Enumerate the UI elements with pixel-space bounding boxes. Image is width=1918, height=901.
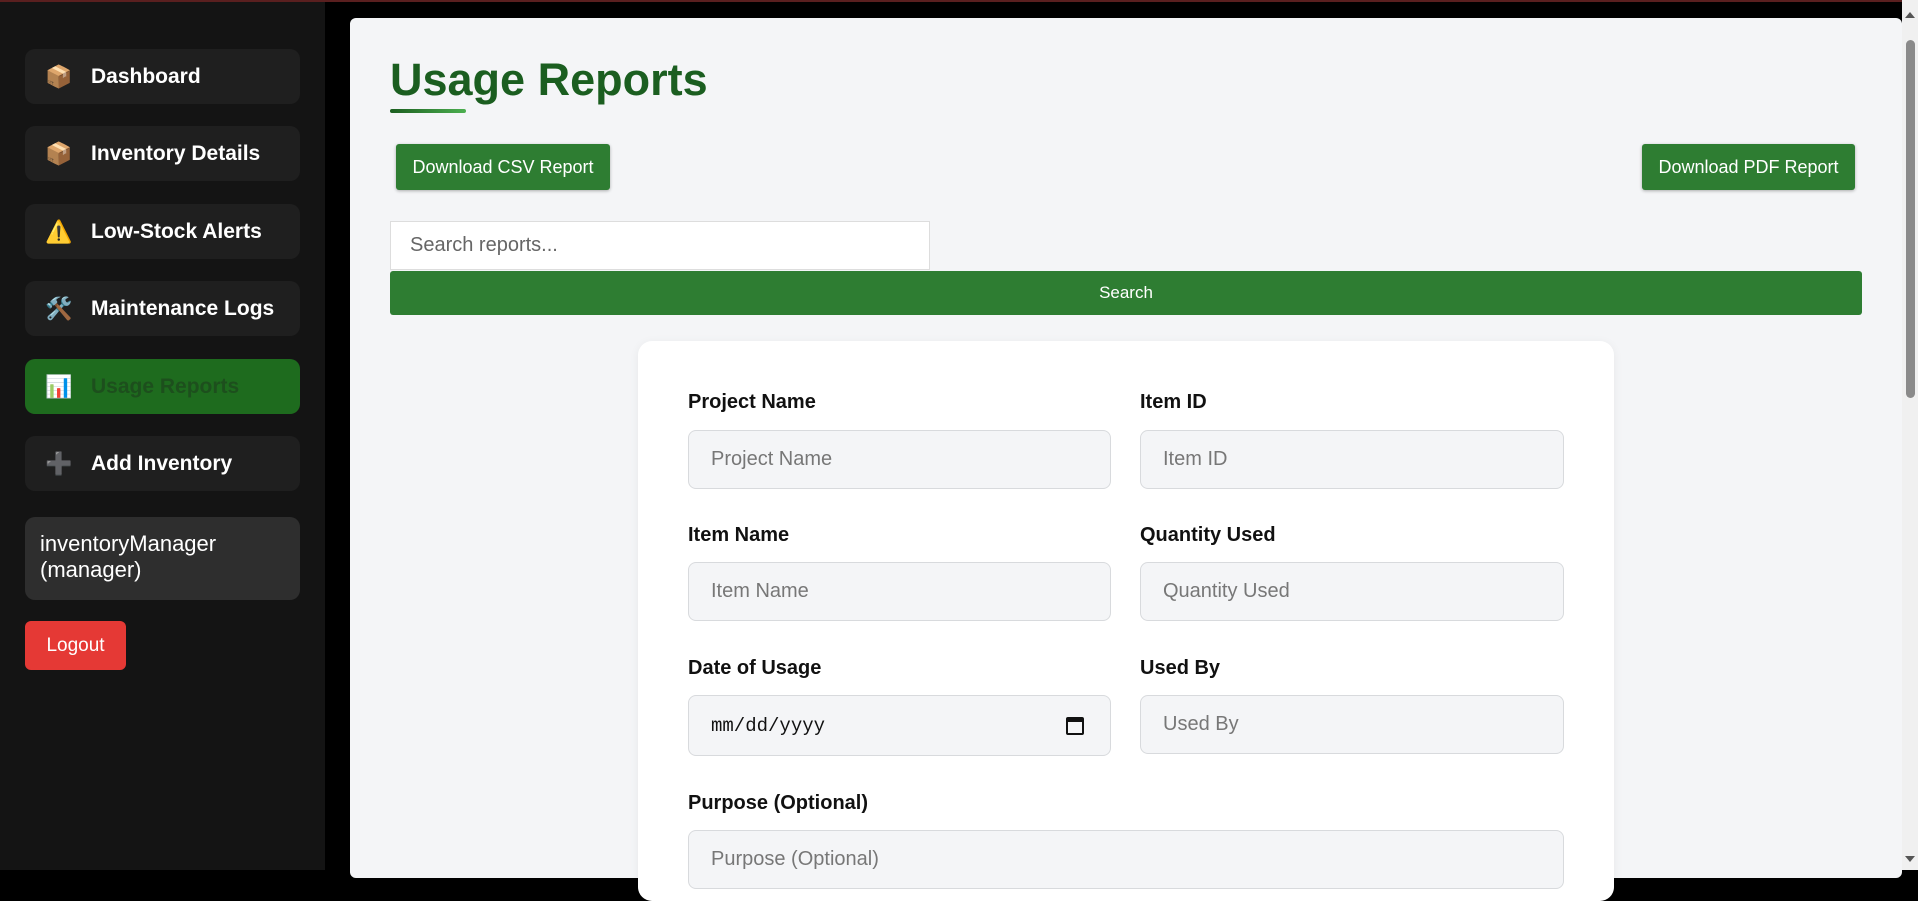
- calendar-icon[interactable]: [1066, 716, 1084, 735]
- purpose-field[interactable]: [688, 830, 1564, 889]
- date-value: mm/dd/yyyy: [711, 714, 826, 737]
- plus-icon: ➕: [45, 450, 73, 476]
- sidebar-item-label: Usage Reports: [91, 374, 240, 398]
- page-title: Usage Reports: [390, 54, 708, 105]
- item-name-field[interactable]: [688, 562, 1111, 621]
- package-icon: 📦: [45, 63, 73, 89]
- search-button[interactable]: Search: [390, 271, 1862, 315]
- item-name-label: Item Name: [688, 524, 790, 546]
- date-of-usage-field[interactable]: mm/dd/yyyy: [688, 695, 1111, 756]
- project-name-field[interactable]: [688, 430, 1111, 489]
- main-content: Usage Reports Download CSV Report Downlo…: [350, 18, 1902, 901]
- scroll-up-arrow-icon[interactable]: [1905, 12, 1915, 18]
- usage-form-card: Project Name Item ID Item Name Quantity …: [638, 341, 1614, 901]
- sidebar-item-label: Low-Stock Alerts: [91, 219, 262, 243]
- title-underline: [390, 109, 466, 113]
- download-pdf-button[interactable]: Download PDF Report: [1642, 144, 1855, 190]
- sidebar-item-label: Add Inventory: [91, 451, 233, 475]
- scroll-down-arrow-icon[interactable]: [1905, 856, 1915, 862]
- sidebar-item-dashboard[interactable]: 📦 Dashboard: [25, 49, 300, 104]
- item-id-field[interactable]: [1140, 430, 1564, 489]
- sidebar-item-label: Inventory Details: [91, 141, 261, 165]
- purpose-label: Purpose (Optional): [688, 792, 868, 814]
- logout-button[interactable]: Logout: [25, 621, 126, 670]
- tools-icon: 🛠️: [45, 295, 73, 321]
- used-by-field[interactable]: [1140, 695, 1564, 754]
- sidebar-item-add-inventory[interactable]: ➕ Add Inventory: [25, 436, 300, 491]
- package-icon: 📦: [45, 140, 73, 166]
- bar-chart-icon: 📊: [45, 373, 73, 399]
- warning-icon: ⚠️: [45, 218, 73, 244]
- scrollbar-thumb[interactable]: [1906, 40, 1915, 398]
- used-by-label: Used By: [1140, 657, 1221, 679]
- item-id-label: Item ID: [1140, 391, 1207, 413]
- user-role: (manager): [40, 557, 142, 582]
- download-csv-button[interactable]: Download CSV Report: [396, 144, 610, 190]
- sidebar-item-low-stock-alerts[interactable]: ⚠️ Low-Stock Alerts: [25, 204, 300, 259]
- project-name-label: Project Name: [688, 391, 816, 413]
- sidebar-item-label: Maintenance Logs: [91, 296, 275, 320]
- sidebar-item-maintenance-logs[interactable]: 🛠️ Maintenance Logs: [25, 281, 300, 336]
- quantity-used-label: Quantity Used: [1140, 524, 1276, 546]
- date-of-usage-label: Date of Usage: [688, 657, 822, 679]
- search-input[interactable]: [390, 221, 930, 270]
- quantity-used-field[interactable]: [1140, 562, 1564, 621]
- sidebar: 📦 Dashboard 📦 Inventory Details ⚠️ Low-S…: [0, 2, 325, 870]
- sidebar-item-usage-reports[interactable]: 📊 Usage Reports: [25, 359, 300, 414]
- sidebar-item-label: Dashboard: [91, 64, 201, 88]
- username: inventoryManager: [40, 531, 217, 556]
- user-info: inventoryManager (manager): [25, 517, 300, 600]
- sidebar-item-inventory-details[interactable]: 📦 Inventory Details: [25, 126, 300, 181]
